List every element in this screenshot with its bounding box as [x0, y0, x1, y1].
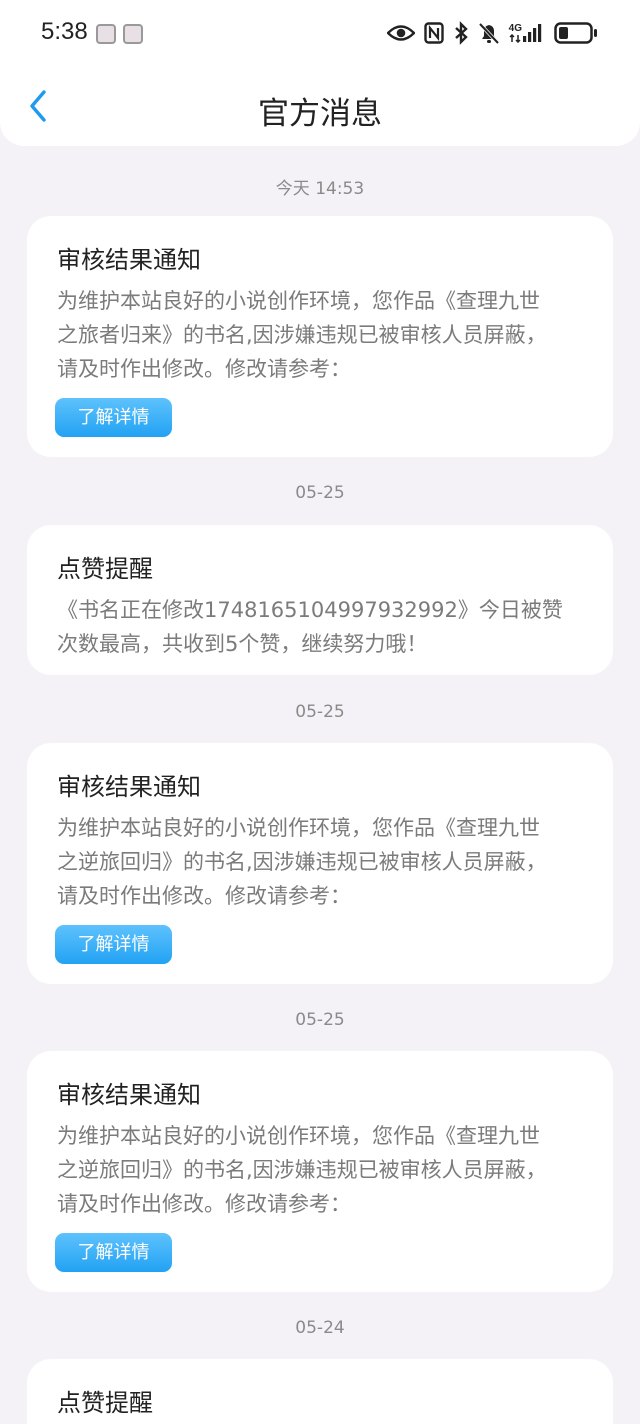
battery-icon [554, 22, 597, 44]
message-title: 点赞提醒 [57, 555, 153, 583]
nfc-icon [423, 22, 444, 44]
message-body-line: 之旅者归来》的书名,因涉嫌违规已被审核人员屏蔽， [57, 323, 547, 347]
message-body: 为维护本站良好的小说创作环境，您作品《查理九世 之逆旅回归》的书名,因涉嫌违规已… [57, 811, 587, 913]
message-body-line: 为维护本站良好的小说创作环境，您作品《查理九世 [57, 1124, 540, 1148]
page-title: 官方消息 [258, 96, 382, 132]
notification-app-icon [123, 24, 143, 44]
header-bar: 官方消息 [0, 66, 640, 146]
message-title: 点赞提醒 [57, 1389, 153, 1417]
message-timestamp: 05-24 [295, 1318, 345, 1338]
message-card[interactable]: 审核结果通知 为维护本站良好的小说创作环境，您作品《查理九世 之旅者归来》的书名… [27, 216, 613, 457]
message-body: 为维护本站良好的小说创作环境，您作品《查理九世 之逆旅回归》的书名,因涉嫌违规已… [57, 1119, 587, 1221]
message-card[interactable]: 审核结果通知 为维护本站良好的小说创作环境，您作品《查理九世 之逆旅回归》的书名… [27, 1051, 613, 1292]
message-timestamp: 05-25 [295, 1010, 345, 1030]
bell-muted-icon [478, 22, 499, 45]
message-body-line: 之逆旅回归》的书名,因涉嫌违规已被审核人员屏蔽， [57, 850, 547, 874]
message-body-line: 请及时作出修改。修改请参考： [57, 357, 351, 381]
status-time: 5:38 [41, 18, 88, 45]
message-body: 为维护本站良好的小说创作环境，您作品《查理九世 之旅者归来》的书名,因涉嫌违规已… [57, 284, 587, 386]
message-card[interactable]: 点赞提醒 [27, 1359, 613, 1424]
signal-bars-icon [523, 24, 542, 42]
message-body-line: 次数最高，共收到5个赞，继续努力哦！ [57, 632, 428, 656]
status-bar: 5:38 4G [0, 0, 640, 66]
message-body-line: 之逆旅回归》的书名,因涉嫌违规已被审核人员屏蔽， [57, 1158, 547, 1182]
message-card[interactable]: 审核结果通知 为维护本站良好的小说创作环境，您作品《查理九世 之逆旅回归》的书名… [27, 743, 613, 984]
message-body: 《书名正在修改1748165104997932992》今日被赞 次数最高，共收到… [57, 593, 587, 661]
message-title: 审核结果通知 [57, 246, 201, 274]
message-body-line: 《书名正在修改1748165104997932992》今日被赞 [57, 598, 563, 622]
message-body-line: 为维护本站良好的小说创作环境，您作品《查理九世 [57, 816, 540, 840]
bluetooth-icon [454, 21, 468, 45]
message-timestamp: 05-25 [295, 702, 345, 722]
message-timestamp: 05-25 [295, 483, 345, 503]
learn-more-button[interactable]: 了解详情 [55, 1233, 172, 1272]
cellular-signal: 4G [509, 23, 545, 43]
network-type: 4G [508, 23, 522, 34]
message-timestamp: 今天 14:53 [275, 179, 365, 199]
message-title: 审核结果通知 [57, 1081, 201, 1109]
eye-icon [386, 25, 415, 41]
data-arrows-icon [509, 34, 521, 43]
notification-app-icon [96, 24, 116, 44]
learn-more-button[interactable]: 了解详情 [55, 925, 172, 964]
learn-more-button[interactable]: 了解详情 [55, 398, 172, 437]
message-title: 审核结果通知 [57, 773, 201, 801]
message-body-line: 为维护本站良好的小说创作环境，您作品《查理九世 [57, 289, 540, 313]
message-body-line: 请及时作出修改。修改请参考： [57, 1192, 351, 1216]
message-body-line: 请及时作出修改。修改请参考： [57, 884, 351, 908]
message-card[interactable]: 点赞提醒 《书名正在修改1748165104997932992》今日被赞 次数最… [27, 525, 613, 675]
